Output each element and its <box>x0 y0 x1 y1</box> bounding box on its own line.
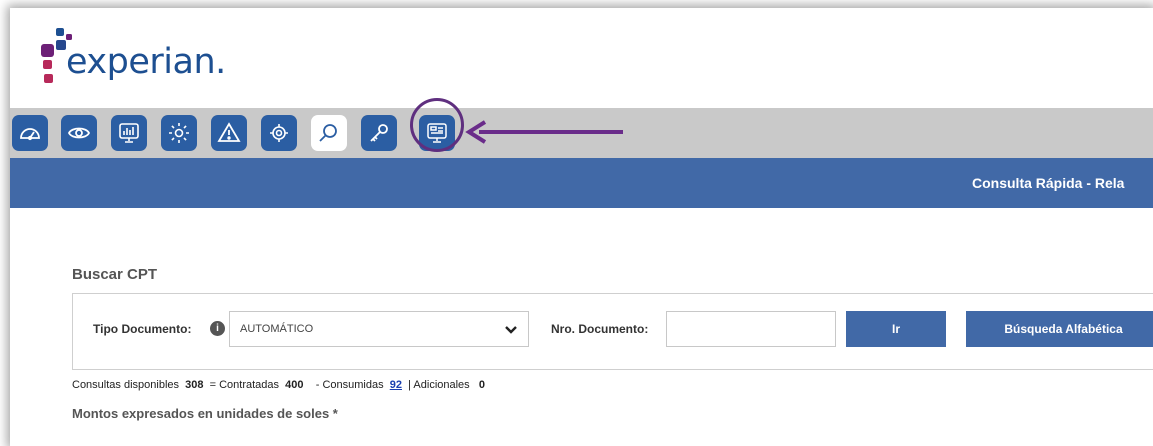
nro-documento-label: Nro. Documento: <box>551 322 649 336</box>
search-icon <box>319 124 337 142</box>
info-icon[interactable]: i <box>210 321 225 336</box>
contratadas-value: 400 <box>285 379 304 391</box>
alerts-button[interactable] <box>211 115 247 151</box>
tipo-documento-value: AUTOMÁTICO <box>240 323 314 335</box>
gauge-icon <box>20 128 40 141</box>
chevron-down-icon <box>505 326 517 334</box>
experian-logo[interactable]: experian. <box>38 26 268 90</box>
ir-button[interactable]: Ir <box>846 311 946 347</box>
logo-wordmark: experian. <box>66 42 226 82</box>
security-button[interactable] <box>361 115 397 151</box>
disponibles-label: Consultas disponibles <box>72 379 180 391</box>
adicionales-value: 0 <box>478 379 485 391</box>
nro-documento-input[interactable] <box>666 311 836 347</box>
search-button[interactable] <box>311 115 347 151</box>
consumidas-link[interactable]: 92 <box>390 379 402 391</box>
chart-monitor-icon <box>119 123 139 143</box>
disponibles-value: 308 <box>185 379 204 391</box>
consumidas-label: - Consumidas <box>315 379 384 391</box>
currency-note: Montos expresados en unidades de soles * <box>72 406 338 421</box>
settings-gear-icon <box>270 124 288 142</box>
highlight-circle <box>410 98 464 152</box>
app-window: experian. Consulta Rápida - Rela Buscar … <box>10 8 1153 446</box>
key-icon <box>370 124 388 142</box>
page-title: Consulta Rápida - Rela <box>972 175 1125 191</box>
warning-icon <box>217 122 241 142</box>
reports-button[interactable] <box>111 115 147 151</box>
busqueda-alfabetica-button[interactable]: Búsqueda Alfabética <box>966 311 1153 347</box>
page-header-bar: Consulta Rápida - Rela <box>10 158 1153 208</box>
search-form: Tipo Documento: i AUTOMÁTICO Nro. Docume… <box>72 293 1153 370</box>
adicionales-label: | Adicionales <box>408 379 470 391</box>
pointer-arrow-icon <box>465 120 623 144</box>
dashboard-gauge-button[interactable] <box>12 115 48 151</box>
usage-stats: Consultas disponibles 308 = Contratadas … <box>72 379 485 391</box>
tipo-documento-select[interactable]: AUTOMÁTICO <box>229 311 529 347</box>
view-button[interactable] <box>61 115 97 151</box>
settings-button[interactable] <box>261 115 297 151</box>
contratadas-label: = Contratadas <box>209 379 280 391</box>
eye-icon <box>67 127 91 139</box>
tipo-documento-label: Tipo Documento: <box>93 322 192 336</box>
gear-icon <box>169 123 189 143</box>
section-title: Buscar CPT <box>72 266 158 283</box>
configuration-button[interactable] <box>161 115 197 151</box>
